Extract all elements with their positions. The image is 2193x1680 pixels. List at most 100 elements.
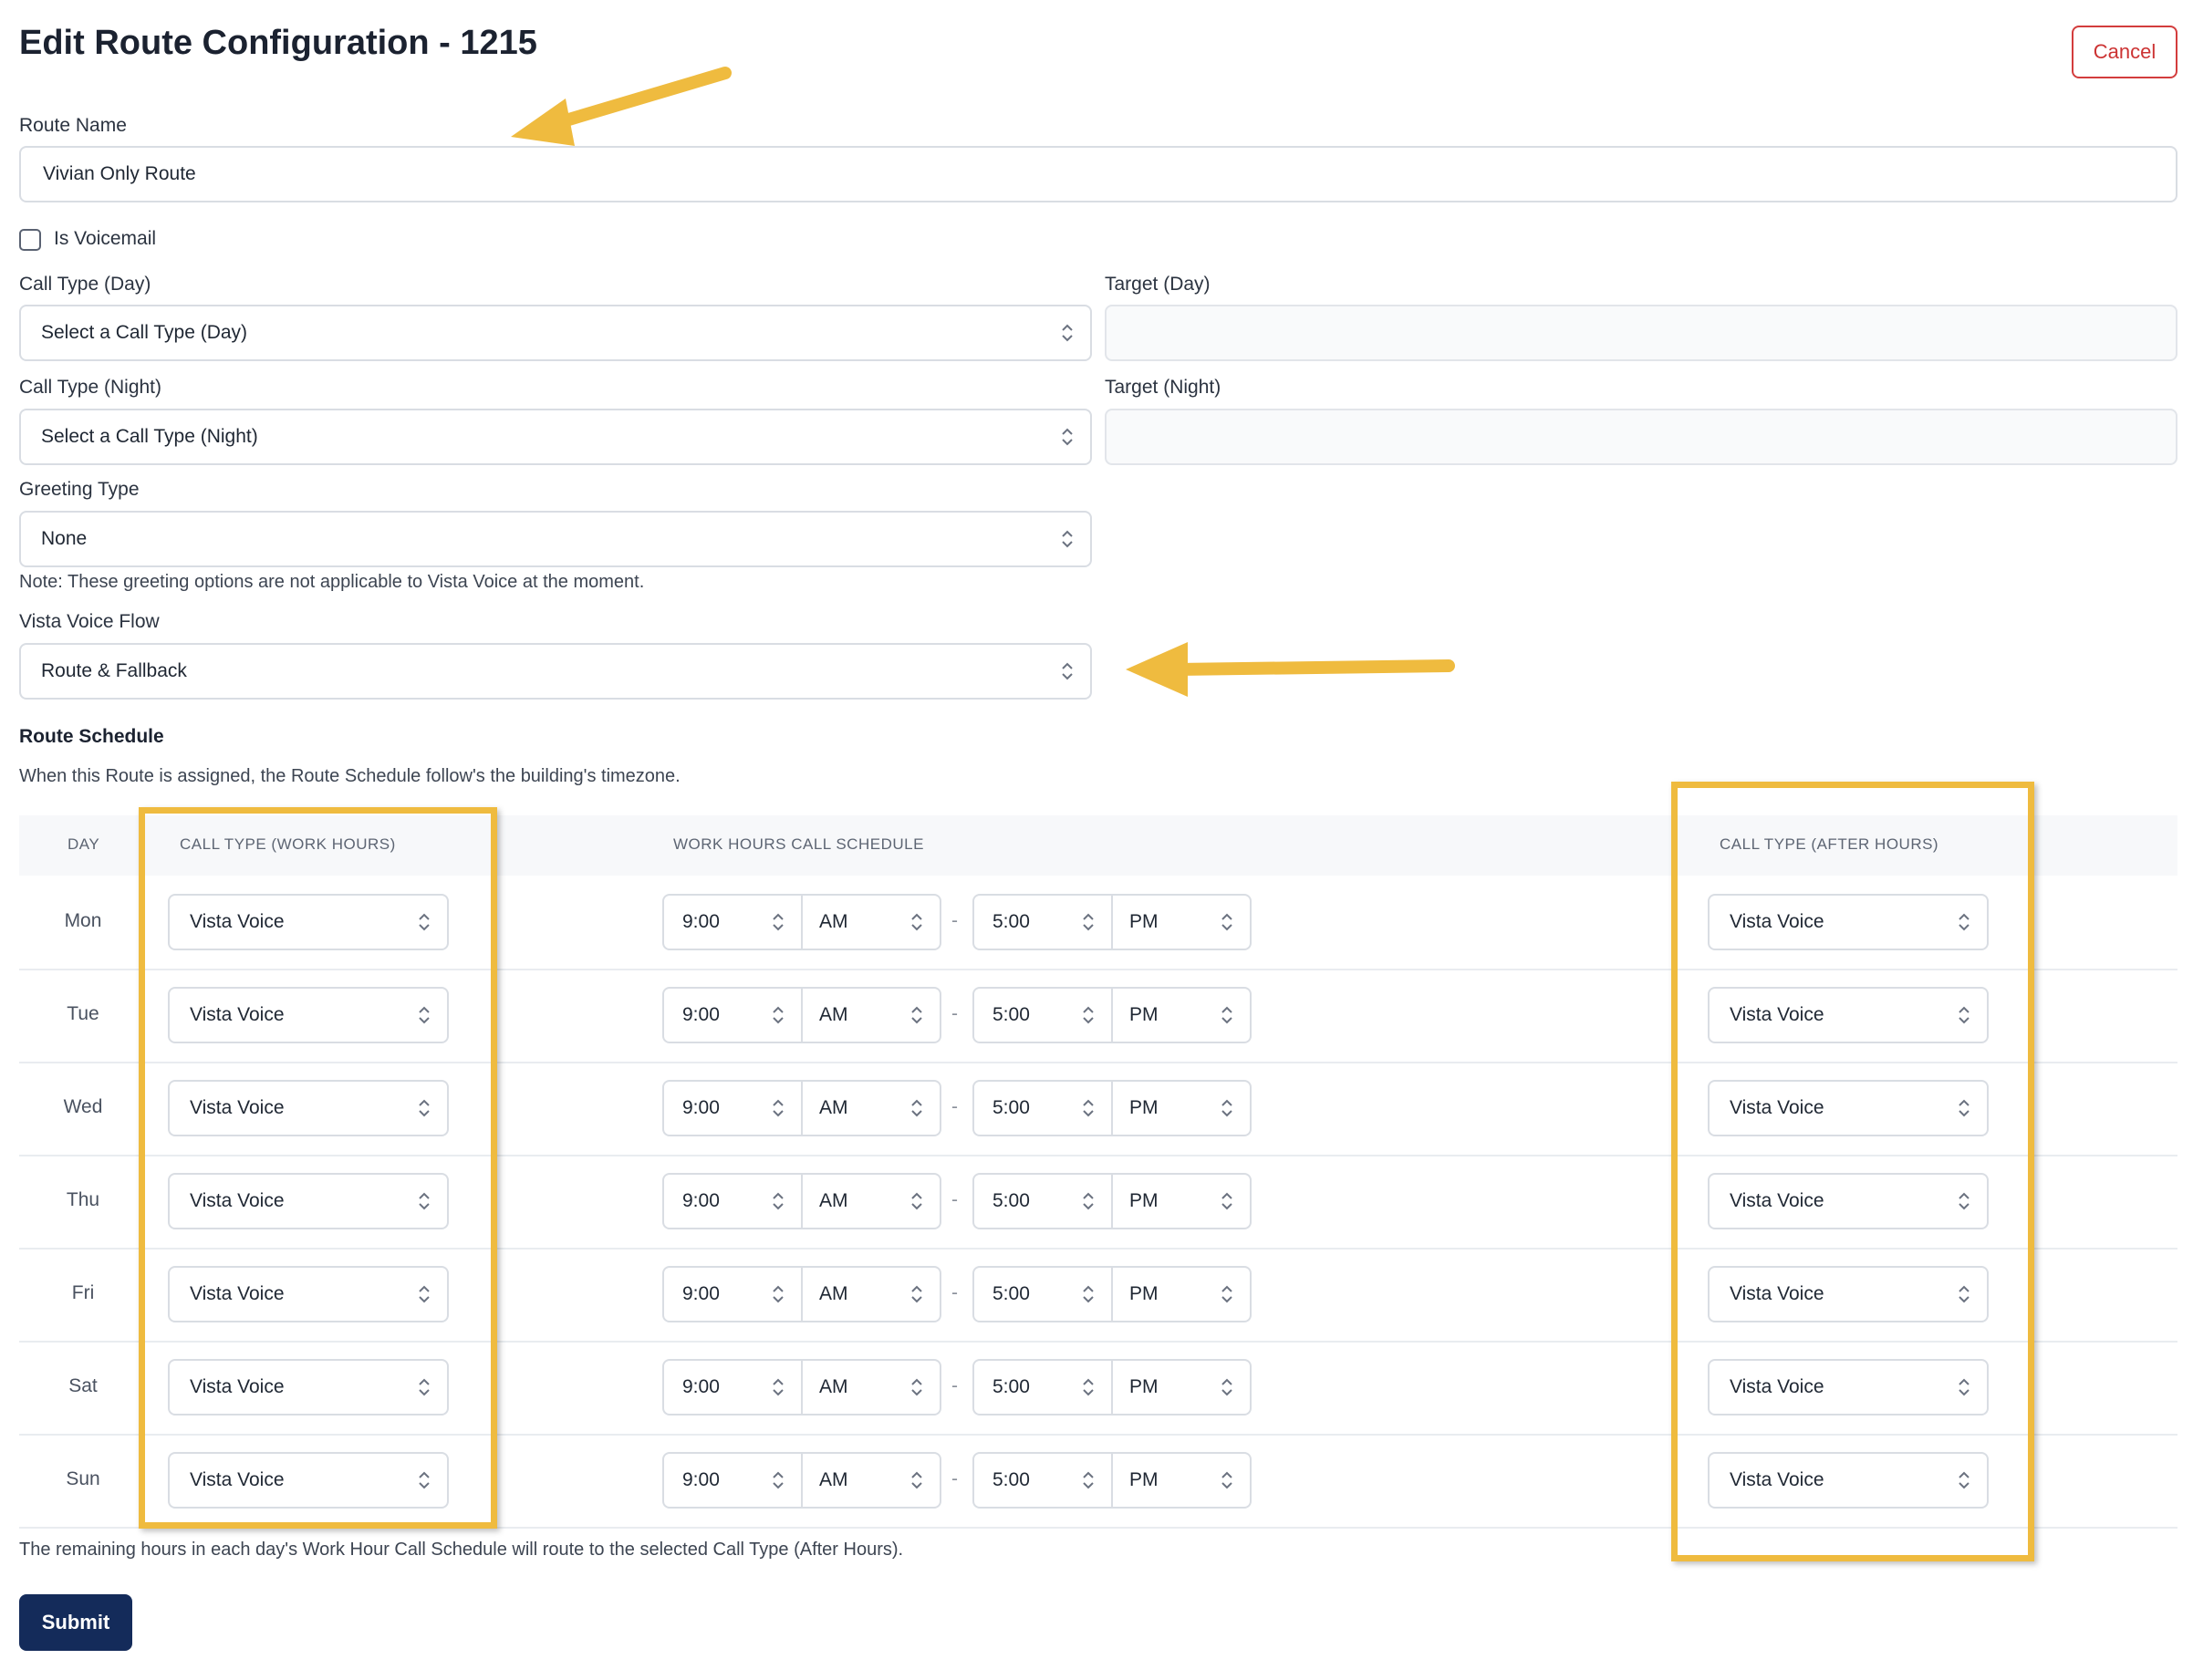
day-label: Sun [66,1468,100,1489]
chevron-up-down-icon [1221,1190,1233,1212]
start-ampm-value: AM [819,1097,848,1118]
chevron-up-down-icon [910,1004,923,1026]
call-type-day-label: Call Type (Day) [19,274,151,295]
end-time-select[interactable]: 5:00 [972,1173,1113,1229]
is-voicemail-label: Is Voicemail [54,228,157,249]
start-time-value: 9:00 [682,1004,720,1025]
end-time-select[interactable]: 5:00 [972,1452,1113,1509]
day-label: Mon [64,910,102,931]
start-ampm-select[interactable]: AM [803,1266,941,1322]
end-ampm-select[interactable]: PM [1113,1452,1252,1509]
start-ampm-select[interactable]: AM [803,1359,941,1416]
start-ampm-value: AM [819,911,848,932]
vista-voice-flow-value: Route & Fallback [41,660,187,681]
greeting-type-select[interactable]: None [19,511,1092,567]
chevron-up-down-icon [910,1469,923,1491]
end-ampm-select[interactable]: PM [1113,987,1252,1043]
start-ampm-select[interactable]: AM [803,1080,941,1136]
start-time-select[interactable]: 9:00 [662,1266,803,1322]
start-ampm-value: AM [819,1190,848,1211]
schedule-footer-note: The remaining hours in each day's Work H… [19,1540,904,1560]
chevron-up-down-icon [1221,1283,1233,1305]
day-label: Thu [66,1189,100,1210]
call-type-night-label: Call Type (Night) [19,377,162,398]
chevron-up-down-icon [772,1097,785,1119]
column-header-day: DAY [68,835,100,853]
start-ampm-select[interactable]: AM [803,894,941,950]
time-separator: - [951,1096,958,1117]
time-separator: - [951,1375,958,1396]
end-time-select[interactable]: 5:00 [972,1266,1113,1322]
end-time-select[interactable]: 5:00 [972,894,1113,950]
start-ampm-value: AM [819,1376,848,1397]
is-voicemail-checkbox[interactable] [19,229,41,251]
start-time-select[interactable]: 9:00 [662,894,803,950]
chevron-up-down-icon [1061,660,1074,682]
chevron-up-down-icon [772,1004,785,1026]
greeting-note: Note: These greeting options are not app… [19,572,645,592]
target-day-input[interactable] [1105,305,2177,361]
start-time-select[interactable]: 9:00 [662,1173,803,1229]
end-ampm-select[interactable]: PM [1113,1173,1252,1229]
end-time-select[interactable]: 5:00 [972,987,1113,1043]
end-time-value: 5:00 [993,1283,1030,1304]
call-type-day-select[interactable]: Select a Call Type (Day) [19,305,1092,361]
call-type-night-value: Select a Call Type (Night) [41,426,258,447]
start-ampm-select[interactable]: AM [803,987,941,1043]
vista-voice-flow-label: Vista Voice Flow [19,611,160,632]
start-ampm-select[interactable]: AM [803,1173,941,1229]
end-ampm-select[interactable]: PM [1113,1080,1252,1136]
start-time-select[interactable]: 9:00 [662,1359,803,1416]
target-day-label: Target (Day) [1105,274,1211,295]
route-name-label: Route Name [19,115,127,136]
highlight-work-hours-column [139,807,497,1529]
end-time-value: 5:00 [993,1097,1030,1118]
vista-voice-flow-select[interactable]: Route & Fallback [19,643,1092,700]
time-separator: - [951,1282,958,1303]
end-time-value: 5:00 [993,1469,1030,1490]
submit-button[interactable]: Submit [19,1594,132,1651]
start-time-select[interactable]: 9:00 [662,1080,803,1136]
chevron-up-down-icon [1221,1376,1233,1398]
start-ampm-value: AM [819,1283,848,1304]
route-schedule-description: When this Route is assigned, the Route S… [19,766,681,786]
start-time-select[interactable]: 9:00 [662,987,803,1043]
end-time-value: 5:00 [993,1004,1030,1025]
chevron-up-down-icon [1221,1004,1233,1026]
end-time-value: 5:00 [993,911,1030,932]
chevron-up-down-icon [1221,1097,1233,1119]
start-time-select[interactable]: 9:00 [662,1452,803,1509]
chevron-up-down-icon [910,911,923,933]
start-ampm-select[interactable]: AM [803,1452,941,1509]
call-type-night-select[interactable]: Select a Call Type (Night) [19,409,1092,465]
end-ampm-value: PM [1129,1190,1159,1211]
chevron-up-down-icon [1082,911,1095,933]
call-type-day-value: Select a Call Type (Day) [41,322,248,343]
chevron-up-down-icon [1061,528,1074,550]
start-time-value: 9:00 [682,1097,720,1118]
arrow-icon [1126,642,1455,697]
route-name-input[interactable]: Vivian Only Route [19,146,2177,202]
end-ampm-select[interactable]: PM [1113,1266,1252,1322]
end-ampm-select[interactable]: PM [1113,894,1252,950]
day-label: Tue [67,1003,99,1024]
end-time-value: 5:00 [993,1190,1030,1211]
end-time-select[interactable]: 5:00 [972,1080,1113,1136]
day-label: Wed [63,1096,103,1117]
chevron-up-down-icon [1082,1097,1095,1119]
chevron-up-down-icon [910,1283,923,1305]
end-time-select[interactable]: 5:00 [972,1359,1113,1416]
chevron-up-down-icon [1082,1004,1095,1026]
end-time-value: 5:00 [993,1376,1030,1397]
chevron-up-down-icon [1061,322,1074,344]
route-schedule-title: Route Schedule [19,726,164,747]
cancel-button[interactable]: Cancel [2072,26,2177,78]
end-ampm-select[interactable]: PM [1113,1359,1252,1416]
route-name-value: Vivian Only Route [43,163,196,184]
target-night-input[interactable] [1105,409,2177,465]
chevron-up-down-icon [772,911,785,933]
start-time-value: 9:00 [682,1283,720,1304]
end-ampm-value: PM [1129,911,1159,932]
end-ampm-value: PM [1129,1283,1159,1304]
chevron-up-down-icon [1221,1469,1233,1491]
